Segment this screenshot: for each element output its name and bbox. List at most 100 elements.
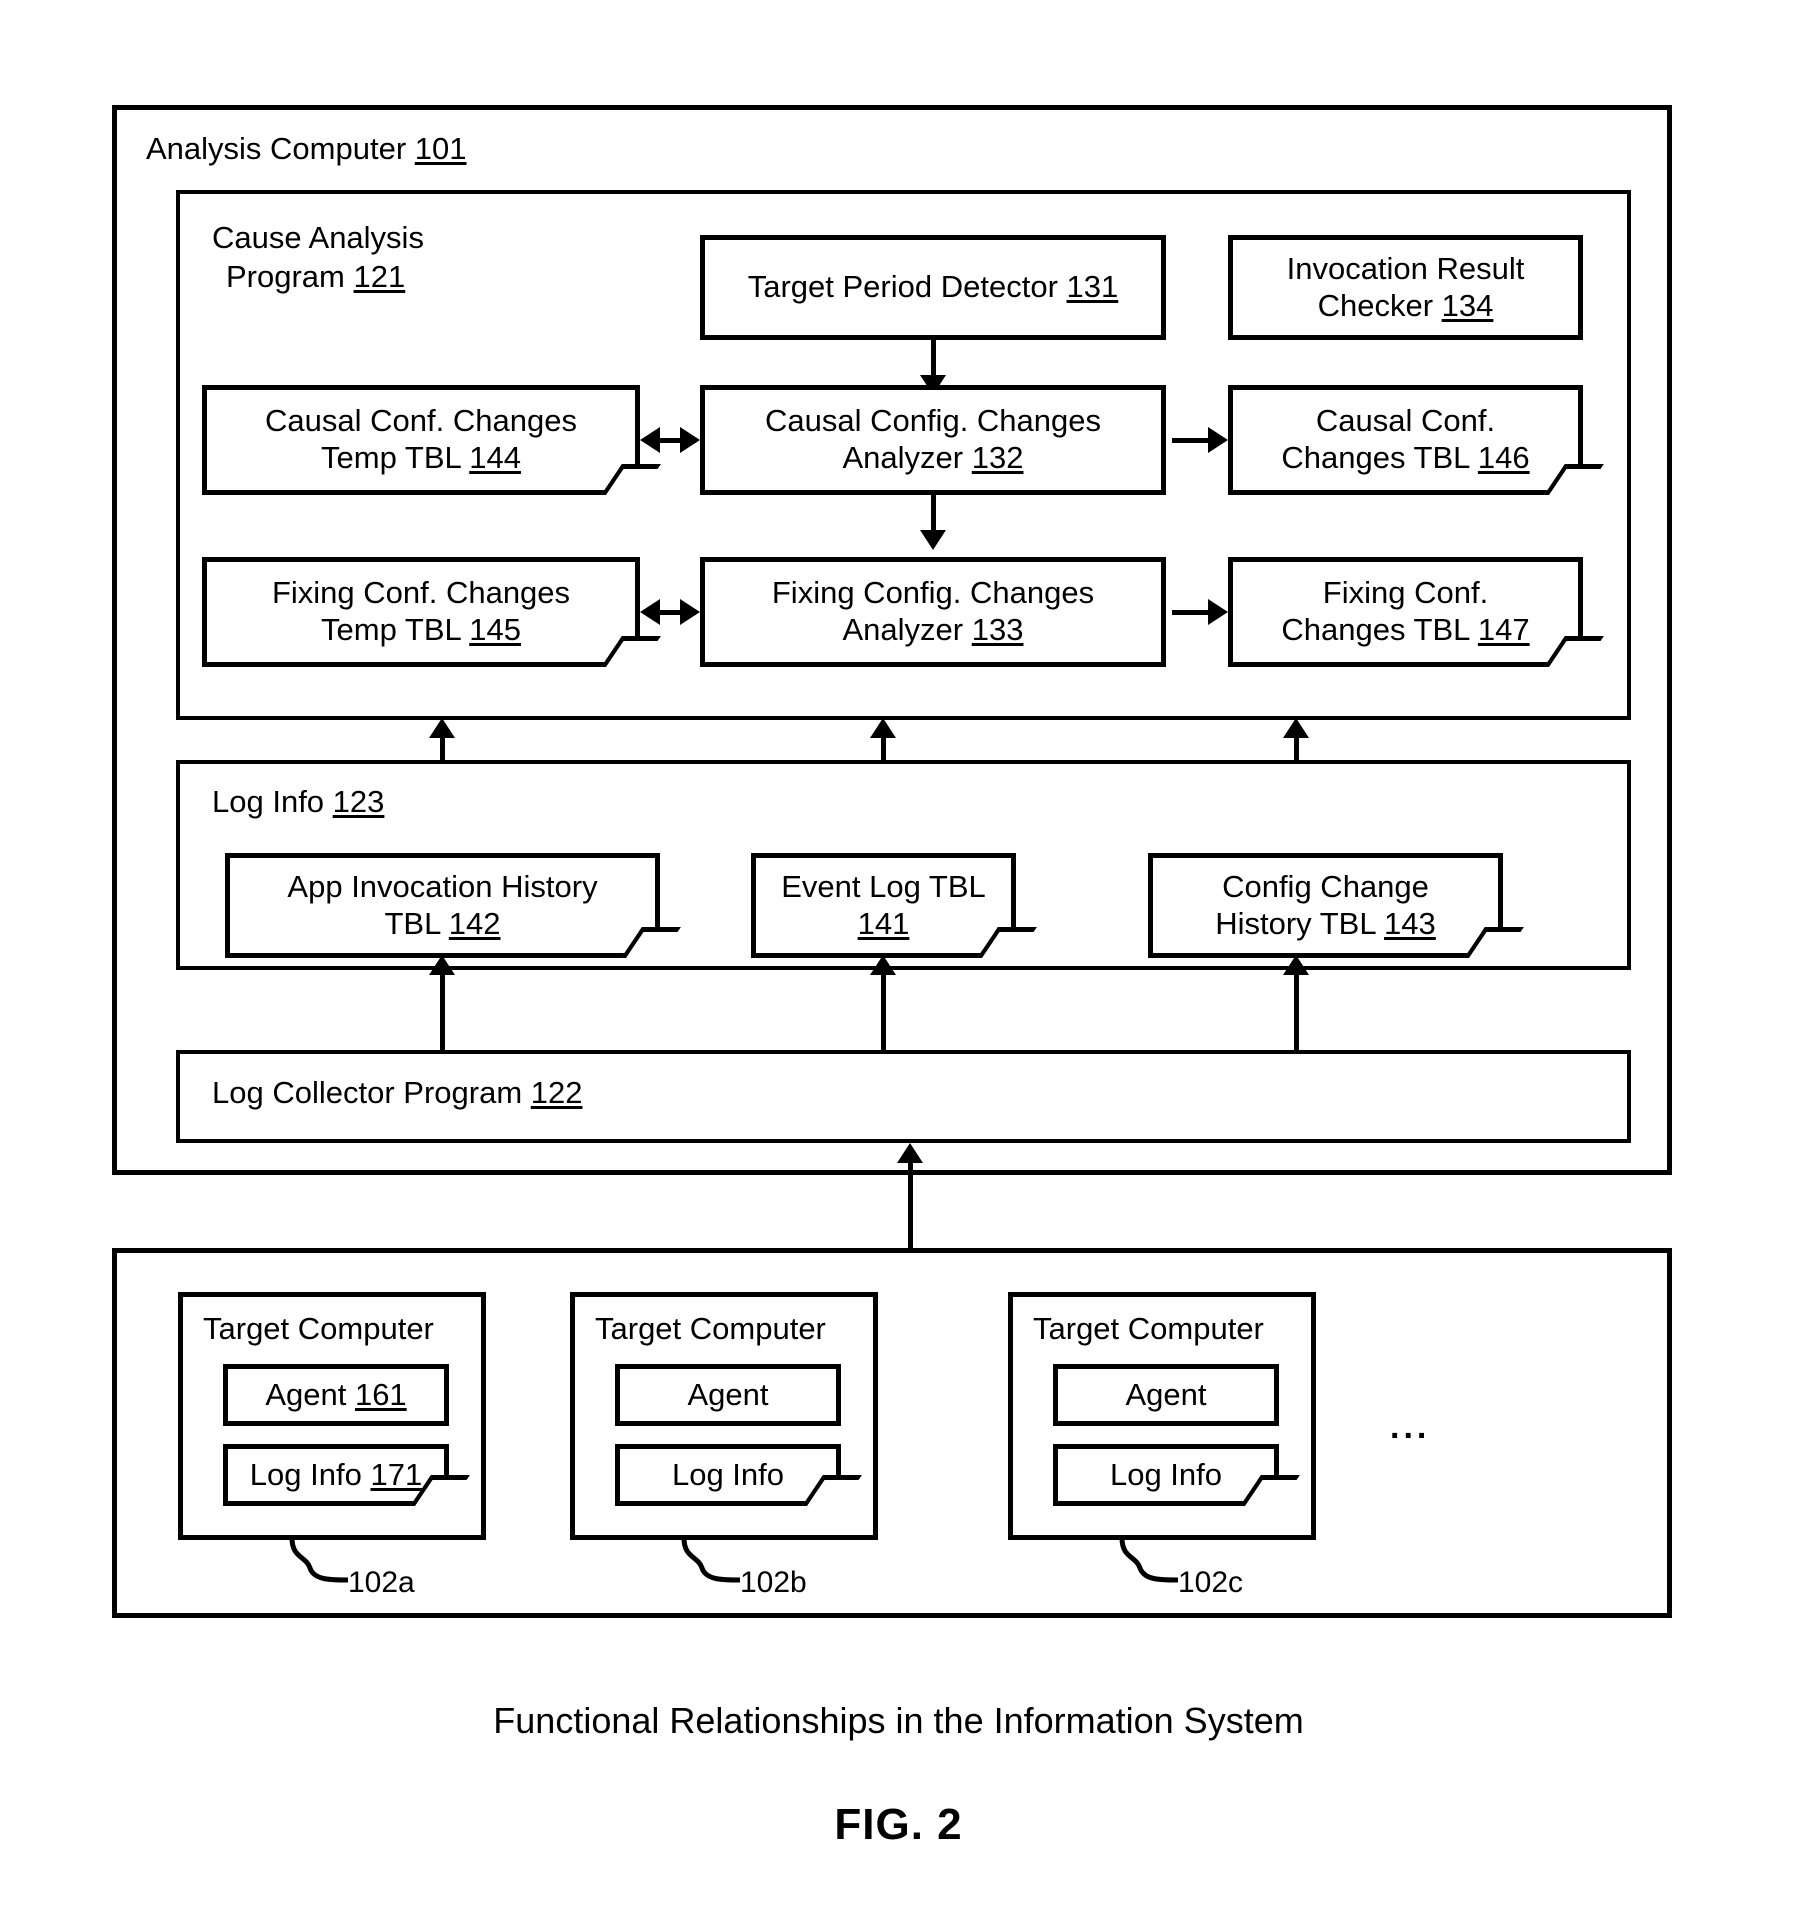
fixing-conf-changes-temp-tbl-ref: 145 (469, 612, 521, 647)
connector-targets-to-analysis (908, 1155, 913, 1255)
agent-box-102b[interactable]: Agent (615, 1364, 841, 1426)
arrowhead-targets-to-analysis (897, 1143, 923, 1163)
log-info-box-102a[interactable]: Log Info 171 (223, 1444, 470, 1506)
event-log-tbl-line1: Event Log TBL (781, 868, 986, 904)
cause-analysis-program-title-line2: Program (226, 258, 345, 294)
figure-number: FIG. 2 (834, 1800, 963, 1849)
log-info-box-102c[interactable]: Log Info (1053, 1444, 1300, 1506)
fixing-conf-changes-tbl-ref: 147 (1477, 612, 1530, 647)
log-info-ref-102a: 171 (370, 1456, 423, 1492)
arrowhead-analyzer132-to-analyzer133 (920, 530, 946, 550)
log-info-box-102b[interactable]: Log Info (615, 1444, 862, 1506)
log-info-label-102b: Log Info (671, 1456, 785, 1492)
arrowhead-142-up (429, 718, 455, 738)
callout-leader-102b (681, 1537, 741, 1583)
causal-conf-changes-tbl-ref: 146 (1477, 440, 1530, 475)
log-info-label-102c: Log Info (1109, 1456, 1223, 1492)
agent-box-102c[interactable]: Agent (1053, 1364, 1279, 1426)
fixing-config-changes-analyzer-line1: Fixing Config. Changes (771, 575, 1095, 611)
arrowhead-right-analyzer132 (680, 427, 700, 453)
arrowhead-to-tbl147 (1208, 599, 1228, 625)
arrowhead-141-up (870, 718, 896, 738)
target-period-detector-ref: 131 (1066, 269, 1119, 305)
log-info-title: Log Info 123 (212, 784, 384, 820)
invocation-result-checker-box[interactable]: Invocation Result Checker 134 (1228, 235, 1583, 340)
config-change-history-tbl-line2: History TBL (1215, 905, 1376, 941)
fixing-conf-changes-temp-tbl-box[interactable]: Fixing Conf. Changes Temp TBL 145 (202, 557, 661, 667)
arrowhead-to-tbl146 (1208, 427, 1228, 453)
connector-collector-to-142 (440, 968, 445, 1053)
target-period-detector-label: Target Period Detector (747, 269, 1058, 305)
fixing-conf-changes-temp-tbl-line2: Temp TBL (321, 612, 461, 647)
target-period-detector-box[interactable]: Target Period Detector 131 (700, 235, 1166, 340)
event-log-tbl-ref: 141 (857, 905, 910, 941)
arrowhead-collector-to-143 (1283, 955, 1309, 975)
agent-ref-102a: 161 (354, 1376, 407, 1412)
config-change-history-tbl-line1: Config Change (1222, 868, 1429, 904)
arrowhead-left-temp144 (640, 427, 660, 453)
invocation-result-checker-label-line1: Invocation Result (1286, 250, 1525, 286)
arrowhead-collector-to-141 (870, 955, 896, 975)
fixing-conf-changes-temp-tbl-line1: Fixing Conf. Changes (271, 575, 571, 611)
analysis-computer-ref: 101 (414, 131, 467, 166)
invocation-result-checker-ref: 134 (1441, 287, 1494, 323)
target-computer-102c[interactable]: Target Computer Agent Log Info (1008, 1292, 1316, 1540)
causal-config-changes-analyzer-box[interactable]: Causal Config. Changes Analyzer 132 (700, 385, 1166, 495)
log-info-label-102a: Log Info (249, 1456, 362, 1492)
cause-analysis-program-ref: 121 (353, 258, 406, 294)
app-invocation-history-tbl-line1: App Invocation History (287, 868, 598, 904)
target-computer-102a[interactable]: Target Computer Agent 161 Log Info 171 (178, 1292, 486, 1540)
callout-ref-102c: 102c (1178, 1566, 1244, 1599)
fixing-conf-changes-tbl-line2: Changes TBL (1281, 612, 1470, 647)
log-info-ref: 123 (332, 784, 385, 819)
target-computer-102c-title: Target Computer (1033, 1311, 1264, 1346)
connector-collector-to-141 (881, 968, 886, 1053)
fixing-conf-changes-tbl-line1: Fixing Conf. (1322, 575, 1489, 611)
fixing-config-changes-analyzer-box[interactable]: Fixing Config. Changes Analyzer 133 (700, 557, 1166, 667)
arrowhead-collector-to-142 (429, 955, 455, 975)
log-collector-program-title-text: Log Collector Program (212, 1075, 523, 1110)
fixing-conf-changes-tbl-box[interactable]: Fixing Conf. Changes TBL 147 (1228, 557, 1604, 667)
causal-conf-changes-tbl-line2: Changes TBL (1281, 440, 1470, 475)
callout-leader-102c (1119, 1537, 1179, 1583)
arrowhead-left-temp145 (640, 599, 660, 625)
app-invocation-history-tbl-box[interactable]: App Invocation History TBL 142 (225, 853, 681, 958)
more-target-computers-ellipsis: ... (1390, 1408, 1431, 1446)
arrowhead-right-analyzer133 (680, 599, 700, 625)
cause-analysis-program-title: Cause Analysis Program 121 (212, 219, 424, 297)
agent-label-102c: Agent (1125, 1376, 1207, 1412)
causal-conf-changes-tbl-line1: Causal Conf. (1315, 403, 1496, 439)
agent-label-102a: Agent (265, 1376, 347, 1412)
log-collector-program-ref: 122 (530, 1075, 583, 1110)
connector-collector-to-143 (1294, 968, 1299, 1053)
causal-config-changes-analyzer-line2: Analyzer (842, 440, 964, 475)
fixing-config-changes-analyzer-ref: 133 (971, 612, 1024, 647)
causal-conf-changes-temp-tbl-line2: Temp TBL (321, 440, 461, 475)
figure-caption: Functional Relationships in the Informat… (493, 1700, 1304, 1741)
figure-page: Analysis Computer 101 Cause Analysis Pro… (0, 0, 1797, 1919)
arrowhead-143-up (1283, 718, 1309, 738)
causal-conf-changes-temp-tbl-box[interactable]: Causal Conf. Changes Temp TBL 144 (202, 385, 661, 495)
causal-conf-changes-tbl-box[interactable]: Causal Conf. Changes TBL 146 (1228, 385, 1604, 495)
causal-conf-changes-temp-tbl-line1: Causal Conf. Changes (265, 403, 577, 439)
target-computer-102b[interactable]: Target Computer Agent Log Info (570, 1292, 878, 1540)
callout-ref-102b: 102b (740, 1566, 807, 1599)
callout-leader-102a (289, 1537, 349, 1583)
causal-config-changes-analyzer-line1: Causal Config. Changes (764, 403, 1102, 439)
fixing-config-changes-analyzer-line2: Analyzer (842, 612, 964, 647)
agent-box-102a[interactable]: Agent 161 (223, 1364, 449, 1426)
invocation-result-checker-label-line2: Checker (1317, 287, 1434, 323)
causal-conf-changes-temp-tbl-ref: 144 (469, 440, 521, 475)
config-change-history-tbl-ref: 143 (1384, 905, 1436, 941)
config-change-history-tbl-box[interactable]: Config Change History TBL 143 (1148, 853, 1524, 958)
document-fold-corner (1240, 1475, 1300, 1506)
log-info-title-text: Log Info (212, 784, 325, 819)
agent-label-102b: Agent (687, 1376, 769, 1412)
analysis-computer-title: Analysis Computer 101 (146, 131, 467, 167)
document-fold-corner (802, 1475, 862, 1506)
analysis-computer-title-text: Analysis Computer (146, 131, 407, 166)
event-log-tbl-box[interactable]: Event Log TBL 141 (751, 853, 1037, 958)
app-invocation-history-tbl-ref: 142 (448, 905, 501, 941)
callout-ref-102a: 102a (348, 1566, 415, 1599)
log-collector-program-title: Log Collector Program 122 (212, 1075, 583, 1111)
